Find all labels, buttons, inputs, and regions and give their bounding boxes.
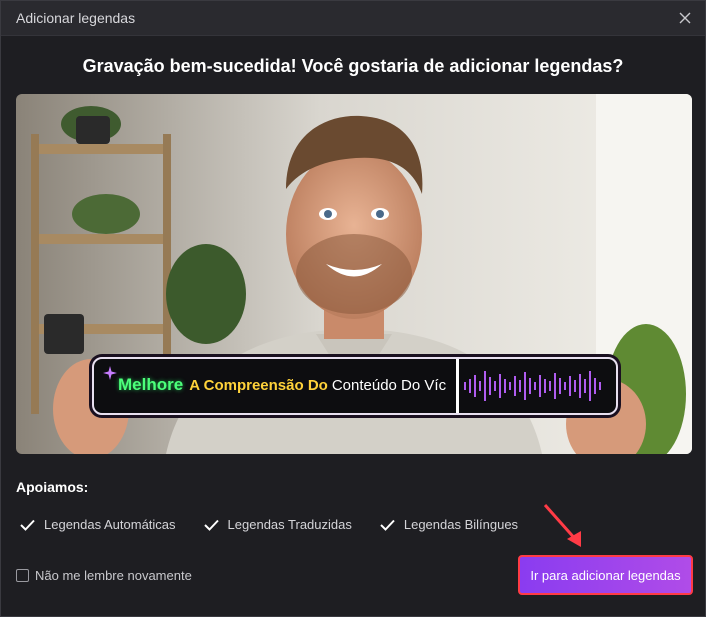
dont-remind-label: Não me lembre novamente: [35, 568, 192, 583]
close-icon[interactable]: [675, 8, 695, 28]
feature-item-auto: Legendas Automáticas: [20, 517, 176, 532]
caption-text: Melhore A Compreensão Do Conteúdo Do Víc: [118, 375, 446, 395]
title-bar: Adicionar legendas: [1, 1, 705, 36]
check-icon: [20, 519, 35, 531]
dialog-heading: Gravação bem-sucedida! Você gostaria de …: [82, 56, 624, 76]
feature-label: Legendas Traduzidas: [227, 517, 352, 532]
caption-word-yellow: A Compreensão Do: [189, 377, 328, 394]
sparkle-icon: [103, 366, 117, 380]
feature-item-bilingual: Legendas Bilíngues: [380, 517, 518, 532]
feature-label: Legendas Bilíngues: [403, 517, 519, 532]
go-add-subtitles-button[interactable]: Ir para adicionar legendas: [518, 555, 693, 595]
feature-list: Legendas Automáticas Legendas Traduzidas…: [20, 517, 546, 532]
video-preview: Melhore A Compreensão Do Conteúdo Do Víc: [16, 94, 692, 454]
audio-waveform: [464, 371, 601, 401]
dont-remind-checkbox[interactable]: Não me lembre novamente: [16, 568, 192, 583]
feature-item-translated: Legendas Traduzidas: [203, 517, 352, 532]
check-icon: [380, 519, 395, 531]
window-title: Adicionar legendas: [16, 10, 136, 26]
add-subtitles-dialog: Adicionar legendas Gravação bem-sucedida…: [0, 0, 706, 617]
check-icon: [203, 519, 219, 531]
arrow-pointer-icon: [543, 504, 581, 547]
checkbox-box[interactable]: [16, 569, 29, 582]
feature-label: Legendas Automáticas: [44, 517, 176, 532]
caption-word-highlight: Melhore: [118, 375, 184, 394]
playhead-line: [456, 359, 459, 413]
support-title: Apoiamos:: [16, 479, 89, 495]
caption-word-white: Conteúdo Do Víc: [331, 377, 447, 394]
caption-overlay: Melhore A Compreensão Do Conteúdo Do Víc: [92, 357, 618, 415]
